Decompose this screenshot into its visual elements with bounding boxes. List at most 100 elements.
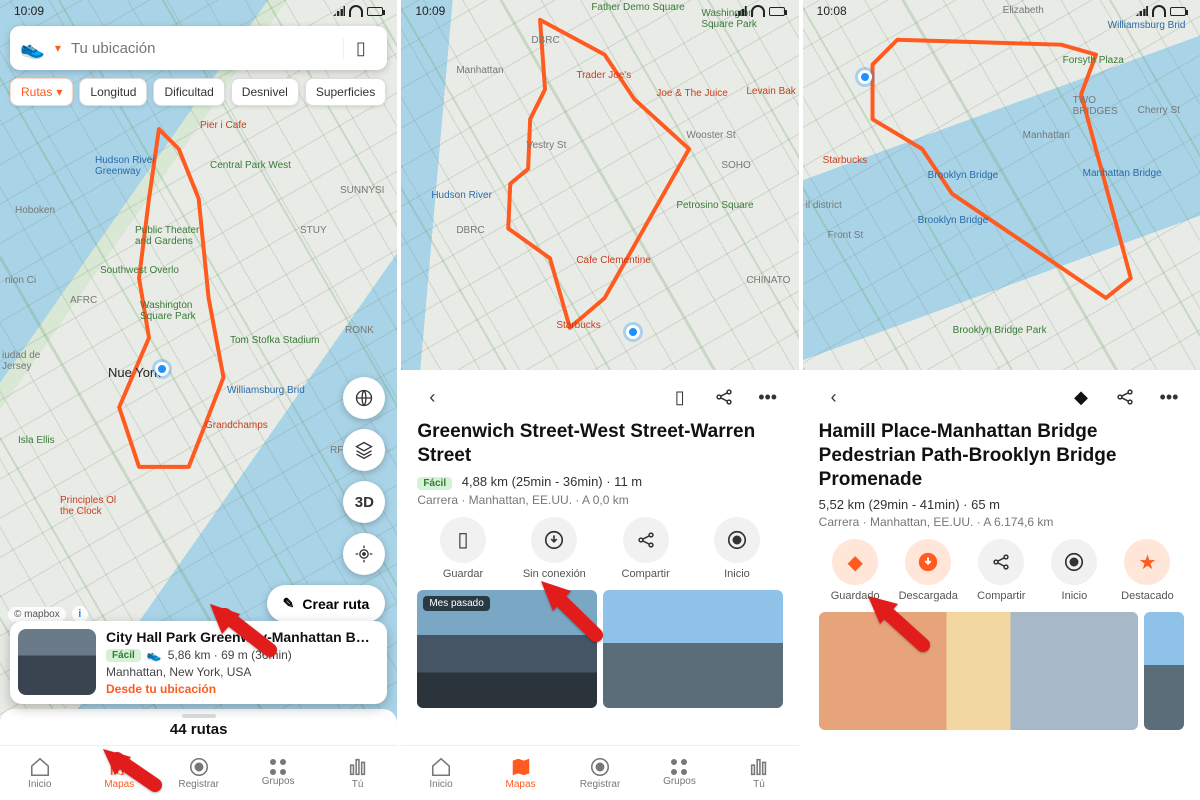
more-button[interactable]: •••: [753, 382, 783, 412]
pencil-icon: ✎: [283, 595, 295, 612]
battery-icon: [1170, 7, 1186, 16]
route-card[interactable]: City Hall Park Greenway-Manhattan B… Fác…: [10, 621, 387, 704]
gallery-time-badge: Mes pasado: [423, 596, 489, 611]
route-card-from[interactable]: Desde tu ubicación: [106, 682, 379, 696]
route-subline: Carrera · Manhattan, EE.UU. · A 6.174,6 …: [819, 515, 1184, 529]
bookmark-filled-icon: ◆: [832, 539, 878, 585]
photo-gallery[interactable]: [819, 612, 1184, 730]
action-compartir[interactable]: Compartir: [600, 517, 691, 580]
route-card-stats: 5,86 km · 69 m (36min): [168, 648, 292, 662]
record-icon: [714, 517, 760, 563]
map-style-button[interactable]: [343, 377, 385, 419]
filter-desnivel[interactable]: Desnivel: [231, 78, 299, 106]
bookmark-outline-icon: ▯: [440, 517, 486, 563]
difficulty-badge: Fácil: [417, 477, 452, 490]
status-bar: 10:08: [803, 4, 1200, 18]
download-filled-icon: [905, 539, 951, 585]
wifi-icon: [1152, 5, 1166, 17]
3d-button[interactable]: 3D: [343, 481, 385, 523]
gallery-photo[interactable]: [603, 590, 783, 708]
chevron-down-icon[interactable]: ▾: [55, 41, 61, 55]
photo-gallery[interactable]: Mes pasado: [417, 590, 782, 708]
user-location-dot: [858, 70, 872, 84]
action-inicio[interactable]: Inicio: [691, 517, 782, 580]
share-button[interactable]: [1110, 382, 1140, 412]
bookmark-filled-icon[interactable]: ◆: [1066, 382, 1096, 412]
share-button[interactable]: [709, 382, 739, 412]
bookmark-icon[interactable]: ▯: [343, 38, 377, 59]
back-button[interactable]: ‹: [819, 382, 849, 412]
tab-mapas[interactable]: Mapas: [481, 746, 560, 800]
filter-dificultad[interactable]: Dificultad: [153, 78, 224, 106]
tab-grupos[interactable]: Grupos: [238, 746, 317, 800]
tab-inicio[interactable]: Inicio: [0, 746, 79, 800]
status-time: 10:08: [817, 4, 847, 18]
filter-superficies[interactable]: Superficies: [305, 78, 386, 106]
gallery-photo[interactable]: [819, 612, 1138, 730]
route-stats: 5,52 km (29min - 41min) · 65 m: [819, 497, 1184, 512]
action-compartir[interactable]: Compartir: [965, 539, 1038, 602]
user-location-dot: [155, 362, 169, 376]
tab-registrar[interactable]: Registrar: [560, 746, 639, 800]
map-attribution: © mapbox i: [8, 606, 88, 622]
filter-longitud[interactable]: Longitud: [79, 78, 147, 106]
action-guardar[interactable]: ▯Guardar: [417, 517, 508, 580]
search-bar[interactable]: 👟 ▾ ▯: [10, 26, 387, 70]
signal-icon: [1136, 6, 1148, 16]
layers-button[interactable]: [343, 429, 385, 471]
gallery-photo[interactable]: Mes pasado: [417, 590, 597, 708]
status-bar: 10:09: [0, 4, 397, 18]
map-route-preview[interactable]: Elizabeth Williamsburg Brid Forsyth Plaz…: [803, 0, 1200, 370]
location-input[interactable]: [71, 40, 333, 57]
map-route-preview[interactable]: Father Demo Square Washington Square Par…: [401, 0, 798, 370]
running-shoe-icon[interactable]: 👟: [20, 36, 45, 61]
signal-icon: [735, 6, 747, 16]
status-time: 10:09: [415, 4, 445, 18]
screen-1-route-list: 10:09 West New York Pier i Cafe Hudson R…: [0, 0, 401, 800]
bookmark-button[interactable]: ▯: [665, 382, 695, 412]
action-inicio[interactable]: Inicio: [1038, 539, 1111, 602]
battery-icon: [367, 7, 383, 16]
action-row: ▯Guardar Sin conexión Compartir Inicio: [417, 517, 782, 580]
filter-rutas[interactable]: Rutas▾: [10, 78, 73, 106]
gallery-photo[interactable]: [1144, 612, 1184, 730]
tab-tu[interactable]: Tú: [318, 746, 397, 800]
record-icon: [1051, 539, 1097, 585]
screen-3-route-saved: 10:08 Elizabeth Williamsburg Brid Forsyt…: [803, 0, 1200, 800]
share-icon: [623, 517, 669, 563]
action-row: ◆Guardado Descargada Compartir Inicio ★D…: [819, 539, 1184, 602]
action-descargada[interactable]: Descargada: [892, 539, 965, 602]
wifi-icon: [751, 5, 765, 17]
action-guardado[interactable]: ◆Guardado: [819, 539, 892, 602]
route-sheet: ‹ ◆ ••• Hamill Place-Manhattan Bridge Pe…: [803, 370, 1200, 800]
star-icon: ★: [1124, 539, 1170, 585]
route-stats: 4,88 km (25min - 36min) · 11 m: [462, 474, 642, 489]
locate-me-button[interactable]: [343, 533, 385, 575]
tab-tu[interactable]: Tú: [719, 746, 798, 800]
status-bar: 10:09: [401, 4, 798, 18]
tab-registrar[interactable]: Registrar: [159, 746, 238, 800]
more-button[interactable]: •••: [1154, 382, 1184, 412]
share-icon: [978, 539, 1024, 585]
route-title: Greenwich Street-West Street-Warren Stre…: [417, 420, 782, 468]
info-icon[interactable]: i: [72, 606, 88, 622]
action-destacado[interactable]: ★Destacado: [1111, 539, 1184, 602]
status-time: 10:09: [14, 4, 44, 18]
route-card-title: City Hall Park Greenway-Manhattan B…: [106, 629, 379, 645]
battery-icon: [769, 7, 785, 16]
bottom-tabs: Inicio Mapas Registrar Grupos Tú: [0, 745, 397, 800]
tab-grupos[interactable]: Grupos: [640, 746, 719, 800]
back-button[interactable]: ‹: [417, 382, 447, 412]
action-sin-conexion[interactable]: Sin conexión: [509, 517, 600, 580]
tab-mapas[interactable]: Mapas: [79, 746, 158, 800]
shoe-icon: 👟: [147, 648, 162, 662]
route-thumbnail: [18, 629, 96, 695]
route-count-bar[interactable]: 44 rutas: [0, 709, 397, 746]
tab-inicio[interactable]: Inicio: [401, 746, 480, 800]
wifi-icon: [349, 5, 363, 17]
signal-icon: [333, 6, 345, 16]
route-card-location: Manhattan, New York, USA: [106, 665, 379, 679]
create-route-button[interactable]: ✎ Crear ruta: [267, 585, 386, 622]
screen-2-route-detail: 10:09 Father Demo Square Washington Squa…: [401, 0, 802, 800]
route-sheet: ‹ ▯ ••• Greenwich Street-West Street-War…: [401, 370, 798, 800]
